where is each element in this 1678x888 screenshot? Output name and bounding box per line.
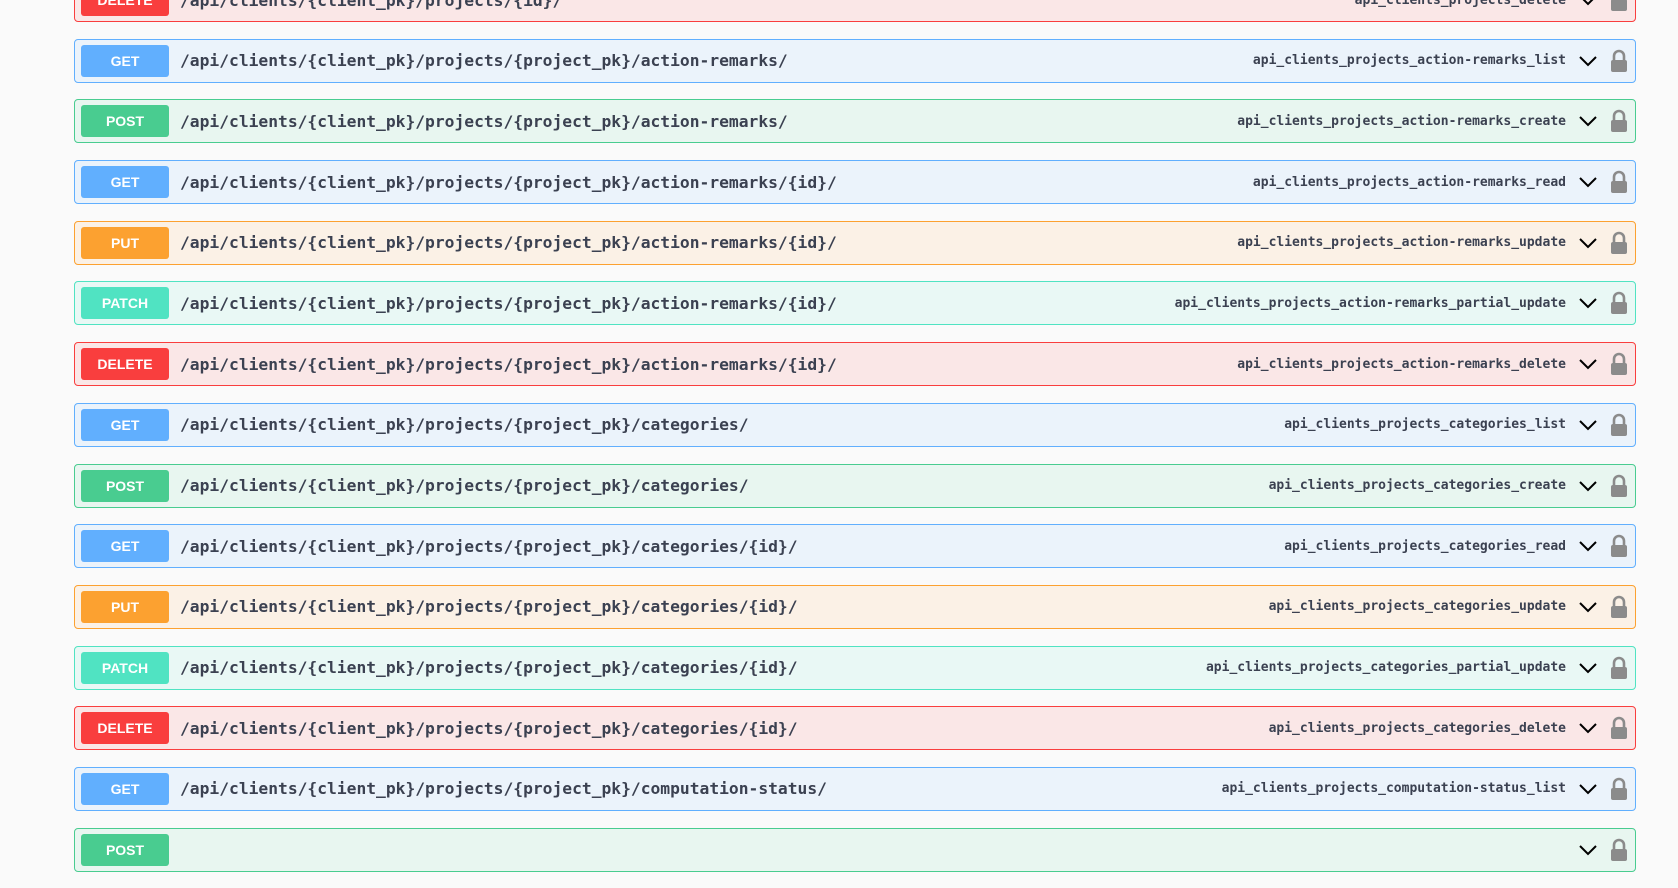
operation-row[interactable]: DELETE /api/clients/{client_pk}/projects… bbox=[74, 342, 1636, 387]
lock-icon[interactable] bbox=[1609, 656, 1629, 680]
operation-id: api_clients_projects_action-remarks_crea… bbox=[1237, 113, 1566, 129]
operation-path[interactable]: /api/clients/{client_pk}/projects/{proje… bbox=[180, 719, 798, 738]
chevron-down-icon[interactable] bbox=[1578, 0, 1598, 10]
operation-id: api_clients_projects_categories_update bbox=[1268, 599, 1566, 615]
method-badge: DELETE bbox=[81, 0, 169, 16]
chevron-down-icon[interactable] bbox=[1578, 779, 1598, 799]
operation-id: api_clients_projects_action-remarks_part… bbox=[1174, 295, 1566, 311]
operation-row[interactable]: DELETE /api/clients/{client_pk}/projects… bbox=[74, 706, 1636, 751]
operation-path[interactable]: /api/clients/{client_pk}/projects/{proje… bbox=[180, 294, 837, 313]
operation-path[interactable]: /api/clients/{client_pk}/projects/{proje… bbox=[180, 415, 749, 434]
operation-id: api_clients_projects_categories_read bbox=[1284, 538, 1566, 554]
operation-path[interactable]: /api/clients/{client_pk}/projects/{proje… bbox=[180, 658, 798, 677]
chevron-down-icon[interactable] bbox=[1578, 233, 1598, 253]
method-badge: GET bbox=[81, 44, 169, 77]
method-badge: POST bbox=[81, 833, 169, 866]
operation-id: api_clients_projects_delete bbox=[1354, 0, 1566, 8]
operation-row[interactable]: POST /api/clients/{client_pk}/projects/{… bbox=[74, 463, 1636, 508]
lock-icon[interactable] bbox=[1609, 49, 1629, 73]
operation-row[interactable]: GET /api/clients/{client_pk}/projects/{p… bbox=[74, 766, 1636, 811]
method-badge: GET bbox=[81, 166, 169, 199]
method-badge: PUT bbox=[81, 226, 169, 259]
chevron-down-icon[interactable] bbox=[1578, 840, 1598, 860]
operation-row[interactable]: POST /api/clients/{client_pk}/projects/{… bbox=[74, 99, 1636, 144]
operation-row[interactable]: PUT /api/clients/{client_pk}/projects/{p… bbox=[74, 584, 1636, 629]
operation-id: api_clients_projects_categories_create bbox=[1268, 478, 1566, 493]
operation-row[interactable]: POST bbox=[74, 827, 1636, 872]
lock-icon[interactable] bbox=[1609, 595, 1629, 619]
method-badge: PUT bbox=[81, 590, 169, 623]
method-badge: DELETE bbox=[81, 712, 169, 745]
chevron-down-icon[interactable] bbox=[1578, 597, 1598, 617]
method-badge: POST bbox=[81, 469, 169, 502]
operation-path[interactable]: /api/clients/{client_pk}/projects/{proje… bbox=[180, 537, 798, 556]
lock-icon[interactable] bbox=[1609, 352, 1629, 376]
operation-row[interactable]: PUT /api/clients/{client_pk}/projects/{p… bbox=[74, 220, 1636, 265]
lock-icon[interactable] bbox=[1609, 838, 1629, 862]
operation-id: api_clients_projects_action-remarks_list bbox=[1252, 53, 1566, 69]
chevron-down-icon[interactable] bbox=[1578, 293, 1598, 313]
operation-id: api_clients_projects_categories_delete bbox=[1268, 720, 1566, 736]
operation-id: api_clients_projects_action-remarks_dele… bbox=[1237, 356, 1566, 372]
operation-row[interactable]: GET /api/clients/{client_pk}/projects/{p… bbox=[74, 160, 1636, 205]
method-badge: DELETE bbox=[81, 348, 169, 381]
operation-row[interactable]: PATCH /api/clients/{client_pk}/projects/… bbox=[74, 281, 1636, 326]
lock-icon[interactable] bbox=[1609, 534, 1629, 558]
lock-icon[interactable] bbox=[1609, 231, 1629, 255]
operation-id: api_clients_projects_action-remarks_upda… bbox=[1237, 235, 1566, 251]
method-badge: PATCH bbox=[81, 287, 169, 320]
lock-icon[interactable] bbox=[1609, 777, 1629, 801]
chevron-down-icon[interactable] bbox=[1578, 415, 1598, 435]
operation-row[interactable]: DELETE /api/clients/{client_pk}/projects… bbox=[74, 0, 1636, 22]
method-badge: PATCH bbox=[81, 651, 169, 684]
method-badge: GET bbox=[81, 530, 169, 563]
lock-icon[interactable] bbox=[1609, 474, 1629, 498]
operation-id: api_clients_projects_categories_list bbox=[1284, 417, 1566, 433]
chevron-down-icon[interactable] bbox=[1578, 111, 1598, 131]
operation-path[interactable]: /api/clients/{client_pk}/projects/{proje… bbox=[180, 233, 837, 252]
operation-row[interactable]: GET /api/clients/{client_pk}/projects/{p… bbox=[74, 524, 1636, 569]
method-badge: GET bbox=[81, 408, 169, 441]
operation-path[interactable]: /api/clients/{client_pk}/projects/{proje… bbox=[180, 597, 798, 616]
operation-row[interactable]: GET /api/clients/{client_pk}/projects/{p… bbox=[74, 38, 1636, 83]
chevron-down-icon[interactable] bbox=[1578, 476, 1598, 496]
operation-id: api_clients_projects_categories_partial_… bbox=[1205, 660, 1566, 676]
operation-path[interactable]: /api/clients/{client_pk}/projects/{proje… bbox=[180, 51, 788, 70]
lock-icon[interactable] bbox=[1609, 291, 1629, 315]
lock-icon[interactable] bbox=[1609, 413, 1629, 437]
chevron-down-icon[interactable] bbox=[1578, 51, 1598, 71]
operation-path[interactable]: /api/clients/{client_pk}/projects/{proje… bbox=[180, 476, 749, 495]
method-badge: GET bbox=[81, 772, 169, 805]
lock-icon[interactable] bbox=[1609, 170, 1629, 194]
lock-icon[interactable] bbox=[1609, 716, 1629, 740]
chevron-down-icon[interactable] bbox=[1578, 718, 1598, 738]
operation-path[interactable]: /api/clients/{client_pk}/projects/{id}/ bbox=[180, 0, 562, 10]
chevron-down-icon[interactable] bbox=[1578, 536, 1598, 556]
operation-path[interactable]: /api/clients/{client_pk}/projects/{proje… bbox=[180, 779, 827, 798]
operation-path[interactable]: /api/clients/{client_pk}/projects/{proje… bbox=[180, 355, 837, 374]
chevron-down-icon[interactable] bbox=[1578, 354, 1598, 374]
method-badge: POST bbox=[81, 105, 169, 138]
operation-path[interactable]: /api/clients/{client_pk}/projects/{proje… bbox=[180, 173, 837, 192]
chevron-down-icon[interactable] bbox=[1578, 172, 1598, 192]
operation-id: api_clients_projects_computation-status_… bbox=[1221, 781, 1566, 797]
operations-list: DELETE /api/clients/{client_pk}/projects… bbox=[74, 0, 1636, 888]
operation-path[interactable]: /api/clients/{client_pk}/projects/{proje… bbox=[180, 112, 788, 131]
operation-row[interactable]: GET /api/clients/{client_pk}/projects/{p… bbox=[74, 402, 1636, 447]
operation-row[interactable]: PATCH /api/clients/{client_pk}/projects/… bbox=[74, 645, 1636, 690]
lock-icon[interactable] bbox=[1609, 0, 1629, 12]
chevron-down-icon[interactable] bbox=[1578, 658, 1598, 678]
lock-icon[interactable] bbox=[1609, 109, 1629, 133]
operation-id: api_clients_projects_action-remarks_read bbox=[1252, 174, 1566, 190]
